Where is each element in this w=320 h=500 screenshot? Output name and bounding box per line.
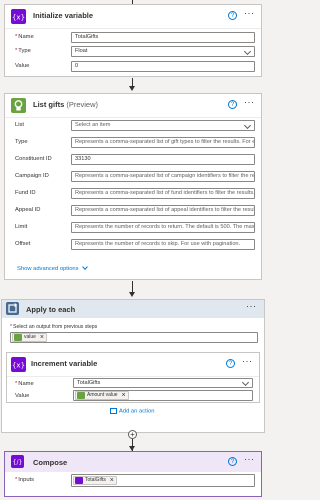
raisers-edge-icon	[11, 98, 26, 113]
constituent-id-input[interactable]: 33130	[71, 154, 255, 165]
type-row: *Type Float	[5, 45, 261, 58]
appeal-id-input[interactable]: Represents a comma-separated list of app…	[71, 205, 255, 216]
compose-header[interactable]: {/} Compose ? ···	[5, 452, 261, 472]
increment-value-row: Value Amount value ×	[7, 390, 259, 403]
more-options-icon[interactable]: ···	[246, 301, 257, 311]
list-select[interactable]: Select an item	[71, 120, 255, 131]
name-label: Name	[18, 34, 34, 40]
compose-inputs-field[interactable]: TotalGifts ×	[71, 474, 255, 487]
show-advanced-options-link[interactable]: Show advanced options	[17, 264, 89, 272]
init-variable-header[interactable]: {x} Initialize variable ? ···	[5, 5, 261, 29]
fund-id-label: Fund ID	[15, 190, 36, 196]
value-token[interactable]: value ×	[12, 333, 47, 342]
more-options-icon[interactable]: ···	[244, 454, 255, 464]
svg-text:{x}: {x}	[12, 14, 25, 22]
chevron-down-icon	[241, 379, 250, 387]
insert-step-button[interactable]: +	[128, 430, 137, 439]
chevron-down-icon	[243, 121, 252, 130]
fund-id-row: Fund ID Represents a comma-separated lis…	[5, 187, 261, 200]
list-gifts-header[interactable]: List gifts (Preview) ? ···	[5, 94, 261, 118]
increment-variable-header[interactable]: {x} Increment variable ? ···	[7, 353, 259, 377]
select-output-input[interactable]: value ×	[10, 332, 258, 343]
remove-token-icon[interactable]: ×	[121, 392, 125, 399]
constituent-id-row: Constituent ID 33130	[5, 153, 261, 166]
appeal-id-label: Appeal ID	[15, 207, 41, 213]
card-title: List gifts	[33, 100, 65, 109]
apply-to-each-header[interactable]: Apply to each ···	[2, 300, 264, 318]
chevron-down-icon	[243, 47, 252, 56]
campaign-id-label: Campaign ID	[15, 173, 49, 179]
add-action-button[interactable]: Add an action	[110, 408, 154, 415]
select-output-label: Select an output from previous steps	[13, 324, 98, 330]
card-title: Initialize variable	[33, 11, 94, 20]
constituent-id-label: Constituent ID	[15, 156, 52, 162]
apply-to-each-container[interactable]: Apply to each ··· *Select an output from…	[1, 299, 265, 433]
gift-type-input[interactable]: Represents a comma-separated list of gif…	[71, 137, 255, 148]
add-action-icon	[110, 408, 117, 414]
value-row: Value 0	[5, 60, 261, 73]
remove-token-icon[interactable]: ×	[110, 477, 114, 484]
type-label: Type	[15, 139, 28, 145]
gift-type-row: Type Represents a comma-separated list o…	[5, 136, 261, 149]
fund-id-input[interactable]: Represents a comma-separated list of fun…	[71, 188, 255, 199]
totalgifts-token[interactable]: TotalGifts ×	[73, 476, 117, 485]
raisers-edge-icon	[14, 334, 22, 341]
loop-icon	[6, 302, 19, 315]
campaign-id-input[interactable]: Represents a comma-separated list of cam…	[71, 171, 255, 182]
increment-name-select[interactable]: TotalGifts	[73, 378, 253, 388]
list-gifts-card[interactable]: List gifts (Preview) ? ··· List Select a…	[4, 93, 262, 280]
connector-line	[132, 281, 133, 292]
variable-icon: {/}	[11, 455, 24, 468]
svg-text:{/}: {/}	[13, 459, 23, 466]
init-variable-card[interactable]: {x} Initialize variable ? ··· *Name Tota…	[4, 4, 262, 77]
compose-card[interactable]: {/} Compose ? ··· *Inputs TotalGifts ×	[4, 451, 262, 497]
limit-label: Limit	[15, 224, 28, 230]
limit-row: Limit Represents the number of records t…	[5, 221, 261, 234]
list-row: List Select an item	[5, 119, 261, 132]
offset-label: Offset	[15, 241, 31, 247]
list-label: List	[15, 122, 25, 128]
arrow-down-icon	[129, 86, 135, 91]
arrow-down-icon	[129, 292, 135, 297]
more-options-icon[interactable]: ···	[244, 8, 255, 18]
variable-type-select[interactable]: Float	[71, 46, 255, 57]
amount-value-token[interactable]: Amount value ×	[75, 391, 129, 400]
card-title: Increment variable	[31, 359, 98, 368]
name-row: *Name TotalGifts	[5, 31, 261, 44]
appeal-id-row: Appeal ID Represents a comma-separated l…	[5, 204, 261, 217]
preview-badge: (Preview)	[66, 100, 99, 109]
help-icon[interactable]: ?	[228, 11, 237, 20]
raisers-edge-icon	[77, 392, 85, 399]
increment-value-input[interactable]: Amount value ×	[73, 390, 253, 401]
container-title: Apply to each	[26, 305, 76, 314]
chevron-down-icon	[82, 264, 89, 270]
help-icon[interactable]: ?	[228, 100, 237, 109]
type-label: Type	[18, 48, 31, 54]
increment-variable-card[interactable]: {x} Increment variable ? ··· *Name Total…	[6, 352, 260, 403]
campaign-id-row: Campaign ID Represents a comma-separated…	[5, 170, 261, 183]
offset-input[interactable]: Represents the number of records to skip…	[71, 239, 255, 250]
variable-name-input[interactable]: TotalGifts	[71, 32, 255, 43]
more-options-icon[interactable]: ···	[244, 97, 255, 107]
value-label: Value	[15, 63, 30, 69]
variable-icon: {x}	[11, 9, 26, 24]
value-label: Value	[15, 393, 30, 399]
svg-text:{x}: {x}	[12, 362, 25, 370]
more-options-icon[interactable]: ···	[242, 356, 253, 366]
remove-token-icon[interactable]: ×	[40, 334, 44, 341]
card-title: Compose	[33, 458, 68, 467]
variable-icon	[75, 477, 83, 484]
inputs-label: Inputs	[18, 477, 35, 483]
name-label: Name	[18, 381, 34, 387]
help-icon[interactable]: ?	[226, 359, 235, 368]
variable-value-input[interactable]: 0	[71, 61, 255, 72]
variable-icon: {x}	[11, 357, 26, 372]
offset-row: Offset Represents the number of records …	[5, 238, 261, 251]
limit-input[interactable]: Represents the number of records to retu…	[71, 222, 255, 233]
help-icon[interactable]: ?	[228, 457, 237, 466]
